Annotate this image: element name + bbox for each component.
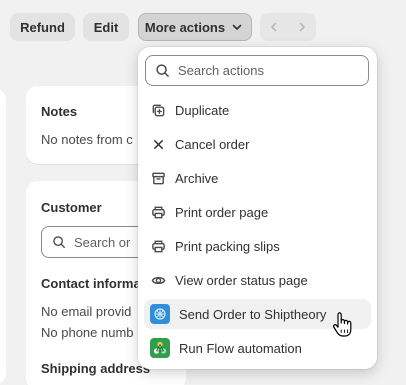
menu-item-print-packing-slips[interactable]: Print packing slips	[144, 231, 371, 261]
menu-item-cancel-order[interactable]: Cancel order	[144, 129, 371, 159]
menu-item-view-order-status[interactable]: View order status page	[144, 265, 371, 295]
search-icon	[53, 236, 65, 248]
archive-icon	[150, 170, 166, 186]
shipping-address-title: Shipping address	[41, 361, 151, 376]
more-actions-button[interactable]: More actions	[138, 13, 252, 41]
next-order-button[interactable]	[288, 13, 316, 41]
search-actions-input[interactable]	[178, 63, 358, 78]
menu-item-archive[interactable]: Archive	[144, 163, 371, 193]
notes-title: Notes	[41, 104, 78, 119]
edit-button[interactable]: Edit	[83, 13, 129, 41]
chevron-down-icon	[232, 24, 242, 30]
phone-text: No phone numb	[41, 325, 134, 340]
menu-item-print-order-page[interactable]: Print order page	[144, 197, 371, 227]
hand-pointer-cursor-icon	[333, 312, 352, 337]
chevron-right-icon	[299, 22, 306, 32]
shiptheory-app-icon	[150, 304, 170, 324]
chevron-left-icon	[270, 22, 277, 32]
search-icon	[156, 64, 169, 77]
printer-icon	[150, 238, 166, 254]
menu-item-duplicate[interactable]: Duplicate	[144, 95, 371, 125]
left-card	[0, 88, 6, 385]
refund-button[interactable]: Refund	[10, 13, 75, 41]
menu-item-label: Archive	[175, 170, 219, 186]
customer-search-placeholder: Search or	[74, 234, 131, 250]
more-actions-label: More actions	[144, 19, 226, 35]
menu-item-label: Send Order to Shiptheory	[179, 306, 327, 322]
duplicate-icon	[150, 102, 166, 118]
flow-app-icon	[150, 338, 170, 358]
eye-icon	[150, 272, 166, 288]
menu-item-label: Run Flow automation	[179, 340, 302, 356]
menu-item-label: Cancel order	[175, 136, 250, 152]
menu-item-label: View order status page	[175, 272, 308, 288]
order-pager	[260, 13, 316, 41]
printer-icon	[150, 204, 166, 220]
menu-item-label: Print order page	[175, 204, 269, 220]
email-text: No email provid	[41, 304, 132, 319]
menu-item-label: Print packing slips	[175, 238, 280, 254]
x-icon	[150, 136, 166, 152]
previous-order-button[interactable]	[260, 13, 288, 41]
customer-title: Customer	[41, 200, 102, 215]
notes-text: No notes from c	[41, 132, 133, 147]
menu-item-label: Duplicate	[175, 102, 230, 118]
search-actions-field[interactable]	[145, 55, 369, 86]
contact-info-title: Contact informa	[41, 276, 141, 291]
